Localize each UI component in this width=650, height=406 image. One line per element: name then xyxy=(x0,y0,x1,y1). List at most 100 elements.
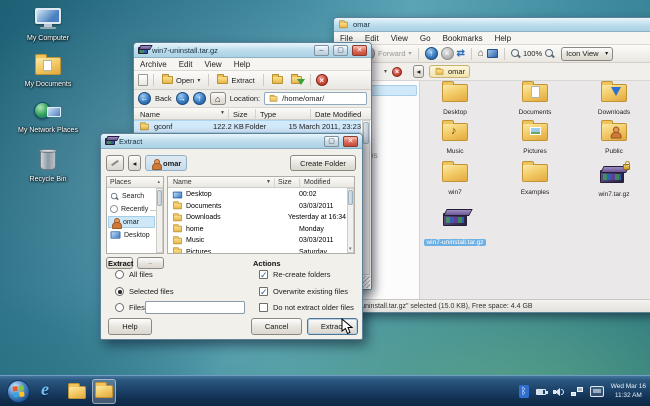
table-row[interactable]: gconf 122.2 KB Folder 15 March 2011, 23:… xyxy=(134,120,361,133)
up-button[interactable]: ↑ xyxy=(425,47,438,60)
add-folder-icon[interactable] xyxy=(288,75,305,85)
grid-item-win7[interactable]: win7 xyxy=(423,164,487,196)
sort-toggle-icon[interactable]: ▴ xyxy=(157,179,160,185)
arc-menu-view[interactable]: View xyxy=(198,59,227,70)
place-item-search[interactable]: Search xyxy=(108,190,155,202)
place-item-recently[interactable]: Recently ... xyxy=(108,203,155,215)
column-name[interactable]: Name xyxy=(173,179,192,186)
radio-all-files[interactable]: All files xyxy=(115,270,153,279)
grid-item-desktop[interactable]: Desktop xyxy=(423,84,487,116)
crumb-back-icon[interactable]: ◂ xyxy=(413,65,424,78)
desktop-icon-my-documents[interactable]: My Documents xyxy=(16,54,80,88)
checkbox-no-older[interactable]: Do not extract older files xyxy=(259,303,354,312)
volume-icon[interactable] xyxy=(553,387,564,397)
places-panel-icon[interactable] xyxy=(487,49,498,58)
grid-item-pictures[interactable]: Pictures xyxy=(503,123,567,155)
minimize-button[interactable]: – xyxy=(314,45,329,56)
column-modified[interactable]: Modified xyxy=(304,179,330,186)
stop-button[interactable]: × xyxy=(441,47,454,60)
new-archive-icon[interactable] xyxy=(138,74,148,86)
column-type[interactable]: Type xyxy=(260,110,276,119)
active-window-taskbar-icon[interactable] xyxy=(92,379,116,404)
start-button[interactable] xyxy=(7,380,30,403)
arc-menu-archive[interactable]: Archive xyxy=(134,59,173,70)
show-desktop-icon[interactable] xyxy=(590,386,604,397)
column-date-modified[interactable]: Date Modified xyxy=(315,110,361,119)
maximize-button[interactable]: ▢ xyxy=(333,45,348,56)
location-bar[interactable]: /home/omar/ xyxy=(264,92,367,105)
path-crumb-omar[interactable]: omar xyxy=(145,155,187,171)
create-folder-button[interactable]: Create Folder xyxy=(290,155,356,171)
file-list-scrollbar[interactable]: ▾ xyxy=(347,188,354,253)
dialog-titlebar[interactable]: Extract ▢ ✕ xyxy=(101,134,362,149)
browser-icon[interactable]: e xyxy=(41,379,49,400)
scroll-down-icon[interactable]: ▾ xyxy=(349,246,352,252)
scrollbar[interactable] xyxy=(362,120,370,275)
list-item[interactable]: Pictures Saturday xyxy=(169,247,346,255)
files-pattern-input[interactable] xyxy=(145,301,245,314)
home-icon[interactable]: ⌂ xyxy=(210,92,226,105)
fm-menu-help[interactable]: Help xyxy=(489,33,517,44)
desktop-icon-recycle-bin[interactable]: Recycle Bin xyxy=(16,148,80,183)
close-panel-icon[interactable]: × xyxy=(392,67,402,77)
grid-item-downloads[interactable]: Downloads xyxy=(582,84,646,116)
fm-menu-go[interactable]: Go xyxy=(414,33,437,44)
cancel-button[interactable]: Cancel xyxy=(251,318,302,335)
places-scrollbar[interactable] xyxy=(156,188,163,253)
view-mode-dropdown[interactable]: Icon View ▾ xyxy=(561,47,613,61)
maximize-button[interactable]: ▢ xyxy=(324,136,339,147)
home-icon[interactable]: ⌂ xyxy=(478,48,484,59)
grid-item-examples[interactable]: Examples xyxy=(503,164,567,196)
arc-menu-edit[interactable]: Edit xyxy=(173,59,199,70)
remove-place-button[interactable]: − xyxy=(137,257,164,269)
grid-item-public[interactable]: Public xyxy=(582,123,646,155)
checkbox-overwrite[interactable]: ✓ Overwrite existing files xyxy=(259,287,348,296)
list-item[interactable]: Music 03/03/2011 xyxy=(169,235,346,246)
column-size[interactable]: Size xyxy=(278,179,292,186)
file-manager-taskbar-icon[interactable] xyxy=(66,381,88,403)
close-button[interactable]: ✕ xyxy=(352,45,367,56)
path-back-icon[interactable]: ◂ xyxy=(128,155,141,171)
desktop-icon-my-network-places[interactable]: My Network Places xyxy=(11,100,85,134)
checkbox-recreate-folders[interactable]: ✓ Re-create folders xyxy=(259,270,331,279)
list-item[interactable]: home Monday xyxy=(169,224,346,235)
radio-files[interactable]: Files: xyxy=(115,303,147,312)
bluetooth-icon[interactable]: ᛒ xyxy=(519,385,529,398)
zoom-in-icon[interactable] xyxy=(545,49,554,58)
chevron-down-icon[interactable]: ▾ xyxy=(409,50,412,57)
type-location-button[interactable] xyxy=(106,155,124,171)
list-item[interactable]: Documents 03/03/2011 xyxy=(169,201,346,212)
stop-icon[interactable]: × xyxy=(316,74,328,86)
place-item-desktop[interactable]: Desktop xyxy=(108,229,155,241)
up-button[interactable]: ↑ xyxy=(193,92,206,105)
fm-titlebar[interactable]: omar xyxy=(334,18,650,32)
breadcrumb-omar[interactable]: omar xyxy=(429,65,470,78)
reload-icon[interactable]: ⇄ xyxy=(457,48,465,59)
back-button[interactable]: ← xyxy=(138,92,151,105)
grid-item-documents[interactable]: Documents xyxy=(503,84,567,116)
arc-menu-help[interactable]: Help xyxy=(228,59,256,70)
desktop-icon-my-computer[interactable]: My Computer xyxy=(16,8,80,42)
list-item[interactable]: Desktop 00:02 xyxy=(169,189,346,200)
arc-titlebar[interactable]: win7-uninstall.tar.gz – ▢ ✕ xyxy=(134,43,371,58)
chevron-down-icon[interactable]: ▾ xyxy=(384,68,387,75)
grid-item-win7-uninstall-targz[interactable]: win7-uninstall.tar.gz xyxy=(423,208,487,249)
grid-item-win7-targz[interactable]: win7.tar.gz xyxy=(582,164,646,198)
list-item[interactable]: Downloads Yesterday at 16:34 xyxy=(169,212,346,223)
grid-item-music[interactable]: ♪ Music xyxy=(423,123,487,155)
fm-menu-bookmarks[interactable]: Bookmarks xyxy=(437,33,489,44)
column-name[interactable]: Name xyxy=(140,110,160,119)
zoom-out-icon[interactable] xyxy=(511,49,520,58)
places-header[interactable]: Places ▴ xyxy=(107,177,163,188)
add-files-icon[interactable] xyxy=(269,75,286,85)
fm-menu-view[interactable]: View xyxy=(385,33,414,44)
place-item-omar[interactable]: omar xyxy=(108,216,155,228)
network-icon[interactable] xyxy=(571,387,583,396)
close-button[interactable]: ✕ xyxy=(343,136,358,147)
forward-button[interactable]: → xyxy=(176,92,189,105)
clock[interactable]: Wed Mar 16 11:32 AM xyxy=(611,383,646,401)
scrollbar-thumb[interactable] xyxy=(363,122,369,144)
battery-icon[interactable] xyxy=(536,389,546,395)
column-size[interactable]: Size xyxy=(233,110,248,119)
help-button[interactable]: Help xyxy=(108,318,152,335)
